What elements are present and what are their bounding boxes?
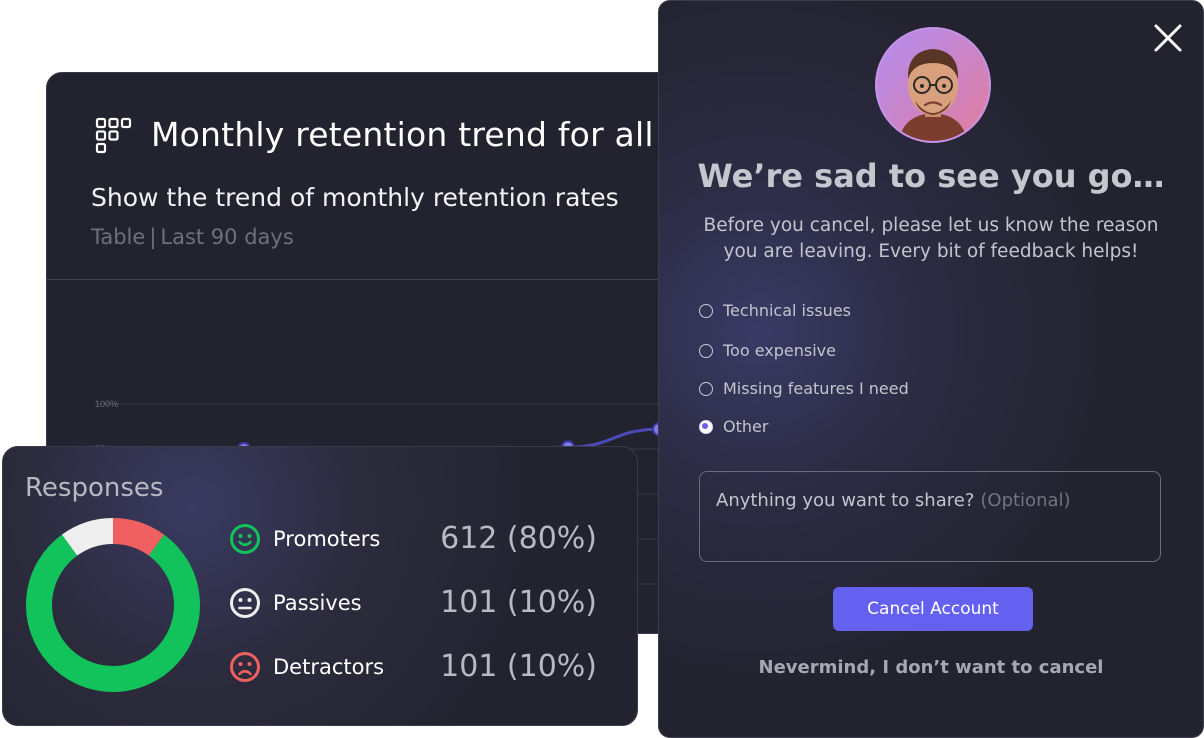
reason-option-label: Too expensive bbox=[723, 341, 836, 360]
cancel-account-button[interactable]: Cancel Account bbox=[833, 587, 1033, 631]
reason-option-label: Technical issues bbox=[723, 301, 851, 320]
feedback-placeholder: Anything you want to share? (Optional) bbox=[716, 490, 1071, 511]
chart-header: Monthly retention trend for all u Show t… bbox=[47, 73, 707, 280]
responses-title: Responses bbox=[25, 473, 164, 503]
feedback-optional-hint: (Optional) bbox=[980, 490, 1071, 511]
passives-row: Passives 101 (10%) bbox=[229, 585, 609, 625]
reason-option-label: Missing features I need bbox=[723, 379, 909, 398]
avatar bbox=[875, 27, 991, 143]
detractors-value: 101 (10%) bbox=[440, 649, 597, 684]
neutral-face-icon bbox=[230, 588, 260, 618]
feedback-textarea[interactable]: Anything you want to share? (Optional) bbox=[699, 471, 1161, 562]
modal-title: We’re sad to see you go… bbox=[697, 157, 1165, 195]
chart-subtitle: Show the trend of monthly retention rate… bbox=[91, 183, 619, 212]
responses-card: Responses Promoters 612 (80%) Passives 1… bbox=[2, 446, 638, 726]
chart-title: Monthly retention trend for all u bbox=[151, 115, 686, 154]
passives-label: Passives bbox=[273, 591, 362, 615]
chart-range-label: Last 90 days bbox=[160, 225, 294, 249]
grid-icon bbox=[95, 117, 132, 154]
donut-slice-passives bbox=[61, 518, 114, 556]
modal-description: Before you cancel, please let us know th… bbox=[703, 215, 1159, 262]
donut-slice-promoters bbox=[26, 534, 200, 692]
sad-person-avatar-icon bbox=[877, 29, 989, 141]
meta-separator: | bbox=[149, 225, 157, 249]
close-icon[interactable] bbox=[1151, 21, 1185, 55]
radio-button-icon[interactable] bbox=[699, 304, 713, 318]
frown-icon bbox=[230, 652, 260, 682]
radio-button-icon[interactable] bbox=[699, 382, 713, 396]
promoters-value: 612 (80%) bbox=[440, 521, 597, 556]
smile-icon bbox=[230, 524, 260, 554]
chart-meta: Table | Last 90 days bbox=[91, 225, 294, 249]
radio-button-icon[interactable] bbox=[699, 344, 713, 358]
promoters-row: Promoters 612 (80%) bbox=[229, 521, 609, 561]
detractors-row: Detractors 101 (10%) bbox=[229, 649, 609, 689]
promoters-label: Promoters bbox=[273, 527, 381, 551]
feedback-placeholder-text: Anything you want to share? bbox=[716, 490, 975, 511]
passives-value: 101 (10%) bbox=[440, 585, 597, 620]
nevermind-link[interactable]: Nevermind, I don’t want to cancel bbox=[659, 657, 1203, 678]
cancel-account-modal: We’re sad to see you go… Before you canc… bbox=[658, 0, 1204, 738]
radio-button-checked-icon[interactable] bbox=[699, 420, 713, 434]
detractors-label: Detractors bbox=[273, 655, 385, 679]
y-tick-label: 100% bbox=[95, 399, 118, 409]
donut-slice-detractors bbox=[112, 518, 165, 556]
responses-donut-chart bbox=[26, 518, 200, 692]
reason-option-label: Other bbox=[723, 417, 769, 436]
chart-type-label: Table bbox=[91, 225, 146, 249]
